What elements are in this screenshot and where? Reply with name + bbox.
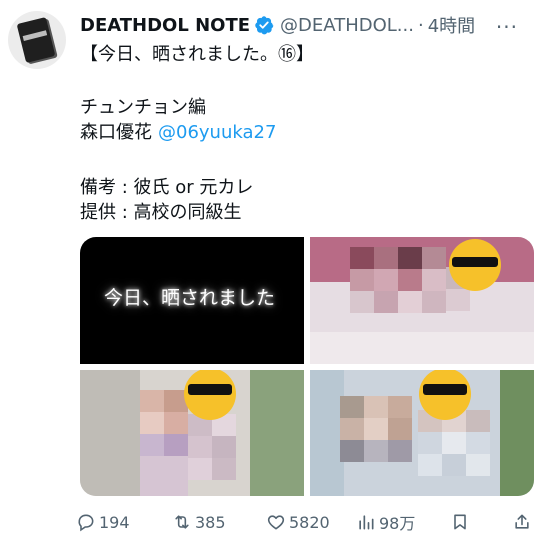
reply-count: 194 — [99, 512, 130, 532]
tweet-text-line-2: チュンチョン編 — [80, 97, 206, 118]
tweet-header: DEATHDOL NOTE @DEATHDOL... · 4時間 ··· — [80, 11, 530, 40]
media-grid: 今日、晒されました — [80, 237, 534, 496]
media-image-4[interactable] — [310, 370, 534, 496]
tweet-text-line-1: 【今日、晒されました。⑯】 — [80, 44, 314, 65]
timestamp[interactable]: 4時間 — [428, 12, 475, 38]
media-image-1[interactable]: 今日、晒されました — [80, 237, 304, 364]
media-image-2[interactable] — [310, 237, 534, 364]
bookmark-icon — [454, 514, 466, 530]
blurred-photo-2 — [310, 237, 534, 364]
like-button[interactable]: 5820 — [266, 508, 330, 536]
views-count: 98万 — [379, 514, 416, 533]
notebook-icon — [16, 16, 56, 64]
person-name: 森口優花 — [80, 122, 152, 143]
media-image-3[interactable] — [80, 370, 304, 496]
action-bar: 194 385 5820 98万 — [76, 508, 536, 536]
blurred-photo-4 — [310, 370, 534, 496]
views-button[interactable]: 98万 — [356, 508, 415, 536]
share-button[interactable] — [512, 508, 535, 536]
display-name[interactable]: DEATHDOL NOTE — [80, 15, 250, 36]
bookmark-button[interactable] — [450, 508, 473, 536]
blurred-photo-3 — [80, 370, 304, 496]
share-icon — [515, 514, 529, 529]
heart-icon — [267, 515, 285, 530]
verified-badge-icon — [255, 16, 274, 35]
more-options-icon[interactable]: ··· — [496, 15, 518, 39]
avatar[interactable] — [8, 11, 66, 69]
image-overlay-text: 今日、晒されました — [104, 287, 276, 309]
separator-dot: · — [417, 14, 424, 36]
retweet-count: 385 — [195, 512, 226, 532]
like-count: 5820 — [289, 512, 330, 532]
retweet-icon — [175, 515, 189, 529]
reply-button[interactable]: 194 — [76, 508, 130, 536]
tweet-text-line-4: 備考 : 彼氏 or 元カレ — [80, 177, 254, 198]
reply-icon — [78, 514, 94, 532]
views-chart-icon — [359, 515, 374, 530]
tweet-text-line-3: 森口優花 @06yuuka27 — [80, 121, 276, 145]
mention-link[interactable]: @06yuuka27 — [158, 122, 276, 143]
tweet-text-line-5: 提供 : 高校の同級生 — [80, 202, 242, 223]
user-handle[interactable]: @DEATHDOL... — [280, 15, 414, 36]
retweet-button[interactable]: 385 — [172, 508, 226, 536]
